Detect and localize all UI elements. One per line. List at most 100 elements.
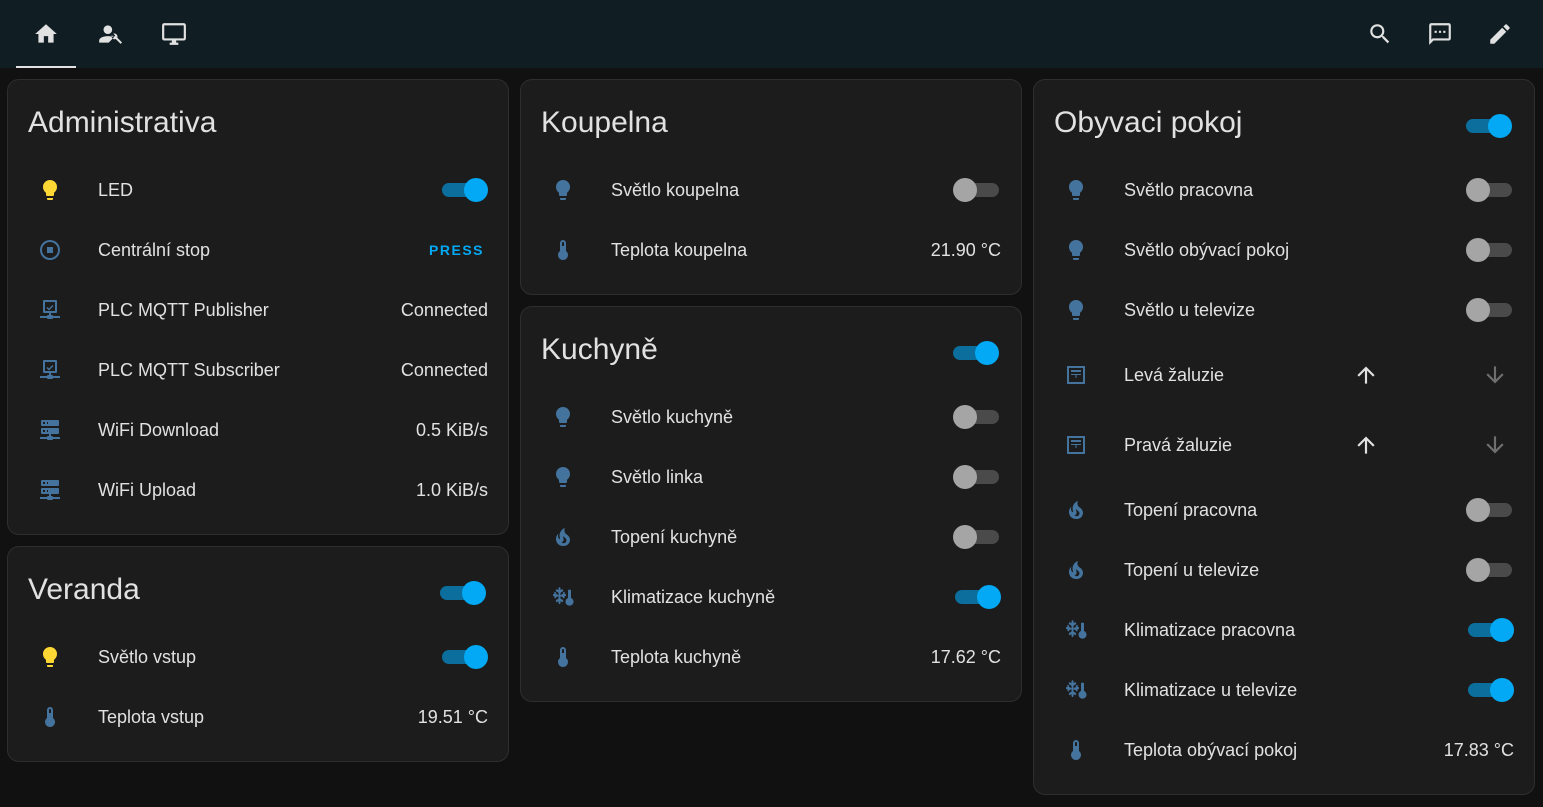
toggle-switch[interactable]	[953, 581, 1001, 613]
arrow-down-icon	[1482, 362, 1508, 388]
cover-close-button[interactable]	[1482, 362, 1508, 388]
top-app-bar	[0, 0, 1543, 68]
entity-row[interactable]: LED	[8, 170, 508, 210]
entity-label: Světlo vstup	[98, 647, 197, 667]
account-wrench-icon	[99, 25, 122, 44]
lightbulb-icon	[1064, 238, 1088, 262]
entity-row[interactable]: Topení pracovna	[1034, 490, 1534, 530]
entity-state: 21.90 °C	[930, 240, 1001, 260]
entity-row[interactable]: Klimatizace kuchyně	[521, 577, 1021, 617]
lightbulb-icon	[1064, 178, 1088, 202]
entity-label: Teplota kuchyně	[611, 647, 742, 667]
card-title: Obyvaci pokoj	[1054, 106, 1243, 139]
entity-row[interactable]: Topení kuchyně	[521, 517, 1021, 557]
edit-dashboard-button[interactable]	[1484, 18, 1516, 50]
tab-home[interactable]	[16, 0, 76, 68]
entity-state: 19.51 °C	[417, 707, 488, 727]
toggle-switch[interactable]	[1466, 614, 1514, 646]
toggle-switch[interactable]	[1466, 294, 1514, 326]
entity-row[interactable]: WiFi Download 0.5 KiB/s	[8, 410, 508, 450]
entity-label: Světlo linka	[611, 467, 704, 487]
entity-row[interactable]: Světlo linka	[521, 457, 1021, 497]
entity-row: Centrální stop PRESS	[8, 230, 508, 270]
entity-label: PLC MQTT Subscriber	[98, 360, 280, 380]
entity-state: 17.62 °C	[930, 647, 1001, 667]
card-kuchyne: Kuchyně Světlo kuchyně Světlo linka Tope…	[520, 306, 1022, 702]
toggle-switch[interactable]	[1466, 234, 1514, 266]
entity-row[interactable]: Světlo vstup	[8, 637, 508, 677]
entity-row[interactable]: Teplota koupelna 21.90 °C	[521, 230, 1021, 270]
entity-state: 0.5 KiB/s	[415, 420, 488, 440]
entity-label: Topení pracovna	[1124, 500, 1258, 520]
toggle-switch[interactable]	[953, 461, 1001, 493]
lightbulb-icon	[551, 405, 575, 429]
card-title: Koupelna	[541, 106, 668, 139]
entity-row[interactable]: Světlo pracovna	[1034, 170, 1534, 210]
toggle-switch[interactable]	[1466, 674, 1514, 706]
card-title: Administrativa	[28, 106, 217, 139]
thermometer-icon	[551, 645, 575, 669]
home-icon	[35, 24, 57, 43]
search-button[interactable]	[1364, 18, 1396, 50]
entity-row[interactable]: Pravá žaluzie	[1034, 425, 1534, 465]
search-icon	[1370, 24, 1390, 44]
cover-open-button[interactable]	[1353, 362, 1379, 388]
entity-row[interactable]: Světlo u televize	[1034, 290, 1534, 330]
card-title: Veranda	[28, 573, 140, 606]
header-toggle[interactable]	[1464, 110, 1512, 142]
card-obyvaci-pokoj: Obyvaci pokoj Světlo pracovna Světlo obý…	[1033, 79, 1535, 795]
lightbulb-icon	[551, 178, 575, 202]
entity-label: PLC MQTT Publisher	[98, 300, 269, 320]
card-veranda: Veranda Světlo vstup Teplota vstup 19.51…	[7, 546, 509, 762]
toggle-switch[interactable]	[953, 401, 1001, 433]
toggle-switch[interactable]	[1466, 554, 1514, 586]
lightbulb-icon	[38, 645, 62, 669]
toggle-switch[interactable]	[1466, 174, 1514, 206]
lightbulb-icon	[1064, 298, 1088, 322]
toggle-switch[interactable]	[953, 521, 1001, 553]
entity-label: Topení kuchyně	[611, 527, 738, 547]
lightbulb-icon	[551, 465, 575, 489]
cover-close-button[interactable]	[1482, 432, 1508, 458]
thermometer-icon	[551, 238, 575, 262]
assist-message-icon	[1429, 23, 1451, 45]
cover-open-button[interactable]	[1353, 432, 1379, 458]
entity-row[interactable]: Klimatizace u televize	[1034, 670, 1534, 710]
entity-label: WiFi Upload	[98, 480, 197, 500]
toggle-switch[interactable]	[440, 174, 488, 206]
toggle-switch[interactable]	[953, 174, 1001, 206]
entity-label: Světlo obývací pokoj	[1124, 240, 1290, 260]
entity-label: Topení u televize	[1124, 560, 1260, 580]
entity-row[interactable]: PLC MQTT Subscriber Connected	[8, 350, 508, 390]
entity-row[interactable]: Světlo koupelna	[521, 170, 1021, 210]
monitor-network-icon	[38, 298, 62, 322]
entity-row[interactable]: Teplota vstup 19.51 °C	[8, 697, 508, 737]
entity-label: LED	[98, 180, 134, 200]
entity-row[interactable]: Teplota kuchyně 17.62 °C	[521, 637, 1021, 677]
entity-state: Connected	[400, 360, 488, 380]
entity-state: Connected	[400, 300, 488, 320]
snowflake-thermometer-icon	[1064, 618, 1088, 642]
entity-row[interactable]: PLC MQTT Publisher Connected	[8, 290, 508, 330]
server-network-icon	[38, 478, 62, 502]
entity-row[interactable]: Klimatizace pracovna	[1034, 610, 1534, 650]
arrow-up-icon	[1353, 432, 1379, 458]
entity-label: Klimatizace kuchyně	[611, 587, 776, 607]
entity-row[interactable]: WiFi Upload 1.0 KiB/s	[8, 470, 508, 510]
press-button[interactable]: PRESS	[429, 242, 484, 258]
entity-label: Levá žaluzie	[1124, 365, 1225, 385]
header-toggle[interactable]	[438, 577, 486, 609]
entity-row[interactable]: Levá žaluzie	[1034, 355, 1534, 395]
entity-row[interactable]: Světlo kuchyně	[521, 397, 1021, 437]
arrow-up-icon	[1353, 362, 1379, 388]
entity-row[interactable]: Topení u televize	[1034, 550, 1534, 590]
toggle-switch[interactable]	[1466, 494, 1514, 526]
assist-button[interactable]	[1424, 18, 1456, 50]
header-toggle[interactable]	[951, 337, 999, 369]
toggle-switch[interactable]	[440, 641, 488, 673]
entity-row[interactable]: Světlo obývací pokoj	[1034, 230, 1534, 270]
snowflake-thermometer-icon	[1064, 678, 1088, 702]
entity-row[interactable]: Teplota obývací pokoj 17.83 °C	[1034, 730, 1534, 770]
tab-admin[interactable]	[80, 0, 140, 68]
tab-monitor[interactable]	[144, 0, 204, 68]
